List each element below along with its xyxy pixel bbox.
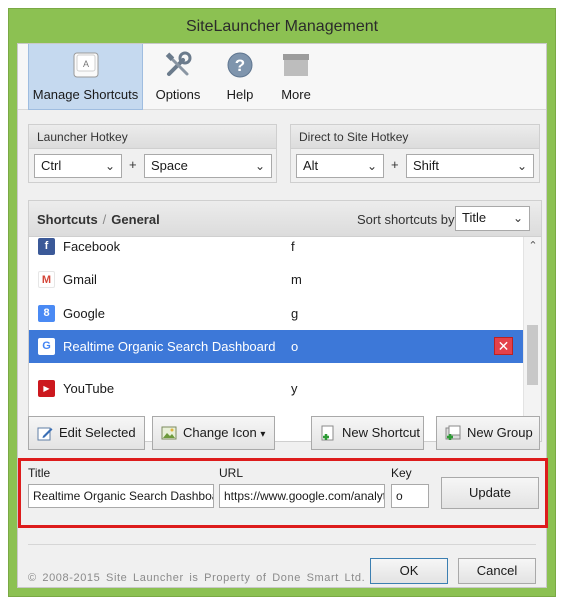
shortcut-list: f Facebook f M Gmail m 8 Google g G Real… (29, 237, 524, 441)
new-shortcut-label: New Shortcut (342, 425, 421, 440)
chevron-down-icon: ⌄ (512, 211, 523, 225)
direct-hotkey-group: Direct to Site Hotkey Alt ⌄ + Shift ⌄ (290, 124, 540, 183)
chevron-down-icon: ⌄ (254, 159, 265, 173)
help-glyph: ? (235, 56, 245, 75)
sitelauncher-window: SiteLauncher Management A Manage Shortcu… (8, 8, 556, 597)
shortcut-name: Facebook (63, 239, 121, 254)
delete-shortcut-icon[interactable]: ✕ (494, 337, 513, 355)
sort-select[interactable]: Title ⌄ (455, 206, 530, 231)
tools-icon (165, 51, 192, 76)
direct-key-value: Shift (413, 158, 440, 173)
facebook-icon: f (38, 238, 55, 255)
url-label: URL (219, 466, 244, 480)
shortcuts-panel: Shortcuts / General Sort shortcuts by: Tit… (28, 200, 542, 442)
plus-sign: + (391, 157, 399, 172)
scrollbar-thumb[interactable] (527, 325, 538, 385)
shortcut-row-youtube[interactable]: ▶ YouTube y (29, 372, 524, 405)
change-icon-button[interactable]: Change Icon ▾ (152, 416, 275, 450)
google-icon: 8 (38, 305, 55, 322)
new-group-icon (445, 425, 461, 440)
help-button[interactable]: ? Help (216, 44, 264, 110)
manage-shortcuts-button[interactable]: A Manage Shortcuts (28, 44, 143, 110)
gmail-icon: M (38, 271, 55, 288)
change-icon-label: Change Icon ▾ (183, 425, 266, 440)
shortcut-name: Google (63, 306, 105, 321)
window-title: SiteLauncher Management (185, 18, 379, 35)
keyboard-key-icon: A (73, 52, 98, 78)
shortcut-row-realtime-organic-search-dashboard[interactable]: G Realtime Organic Search Dashboard o ✕ (29, 330, 524, 363)
shortcut-name: Realtime Organic Search Dashboard (63, 339, 276, 354)
footer-divider (28, 544, 536, 545)
new-group-label: New Group (467, 425, 533, 440)
breadcrumb: Shortcuts / General (37, 212, 160, 227)
launcher-key-select[interactable]: Space ⌄ (144, 154, 272, 178)
list-scrollbar[interactable]: ⌃ ⌄ (523, 237, 541, 441)
shortcuts-header: Shortcuts / General Sort shortcuts by: Tit… (29, 201, 541, 237)
shortcut-key: f (291, 239, 295, 254)
shortcut-row-google[interactable]: 8 Google g (29, 297, 524, 330)
key-label: Key (391, 466, 412, 480)
cancel-button[interactable]: Cancel (458, 558, 536, 584)
more-icon (283, 54, 309, 76)
dropdown-arrow-icon: ▾ (260, 429, 266, 440)
sort-label: Sort shortcuts by: (357, 212, 459, 227)
help-icon: ? (227, 52, 253, 78)
shortcut-name: Gmail (63, 272, 97, 287)
new-shortcut-button[interactable]: New Shortcut (311, 416, 424, 450)
key-glyph: A (82, 59, 88, 69)
launcher-hotkey-group: Launcher Hotkey Ctrl ⌄ + Space ⌄ (28, 124, 277, 183)
youtube-icon: ▶ (38, 380, 55, 397)
direct-hotkey-heading: Direct to Site Hotkey (291, 125, 539, 149)
shortcut-key: o (291, 339, 299, 354)
edit-selected-button[interactable]: Edit Selected (28, 416, 145, 450)
launcher-key-value: Space (151, 158, 188, 173)
direct-key-select[interactable]: Shift ⌄ (406, 154, 534, 178)
shortcut-key: g (291, 306, 299, 321)
breadcrumb-root[interactable]: Shortcuts (37, 212, 98, 227)
direct-modifier-value: Alt (303, 158, 319, 173)
plus-sign: + (129, 157, 137, 172)
manage-shortcuts-label: Manage Shortcuts (32, 87, 139, 102)
title-field[interactable]: Realtime Organic Search Dashboard (28, 484, 214, 508)
new-shortcut-icon (321, 425, 334, 441)
options-label: Options (155, 87, 201, 102)
update-button[interactable]: Update (441, 477, 539, 509)
sort-value: Title (462, 210, 487, 225)
chevron-down-icon: ⌄ (516, 159, 527, 173)
more-button[interactable]: More (270, 44, 322, 110)
chevron-down-icon: ⌄ (366, 159, 377, 173)
image-icon (161, 426, 177, 440)
pencil-icon (37, 427, 53, 441)
copyright-text: © 2008-2015 Site Launcher is Property of… (28, 572, 366, 584)
shortcut-row-facebook[interactable]: f Facebook f (29, 237, 524, 263)
shortcut-key: y (291, 381, 298, 396)
launcher-modifier-select[interactable]: Ctrl ⌄ (34, 154, 122, 178)
window-client: A Manage Shortcuts Options ? Help More L… (17, 43, 548, 588)
launcher-modifier-value: Ctrl (41, 158, 62, 173)
url-field[interactable]: https://www.google.com/analytics (219, 484, 385, 508)
chevron-down-icon: ⌄ (104, 159, 115, 173)
breadcrumb-separator: / (102, 212, 107, 227)
help-label: Help (226, 87, 254, 102)
direct-modifier-select[interactable]: Alt ⌄ (296, 154, 384, 178)
google-g-icon: G (38, 338, 55, 355)
title-label: Title (28, 466, 51, 480)
shortcut-editor: Title Realtime Organic Search Dashboard … (18, 458, 548, 528)
launcher-hotkey-heading: Launcher Hotkey (29, 125, 276, 149)
shortcut-key: m (291, 272, 302, 287)
ribbon-toolbar: A Manage Shortcuts Options ? Help More (18, 44, 546, 110)
ok-button[interactable]: OK (370, 558, 448, 584)
key-field[interactable]: o (391, 484, 429, 508)
more-label: More (281, 87, 311, 102)
shortcut-row-gmail[interactable]: M Gmail m (29, 263, 524, 296)
breadcrumb-current: General (111, 212, 160, 227)
shortcut-name: YouTube (63, 381, 115, 396)
scroll-up-icon[interactable]: ⌃ (524, 237, 542, 255)
new-group-button[interactable]: New Group (436, 416, 540, 450)
options-button[interactable]: Options (146, 44, 210, 110)
edit-selected-label: Edit Selected (59, 425, 136, 440)
